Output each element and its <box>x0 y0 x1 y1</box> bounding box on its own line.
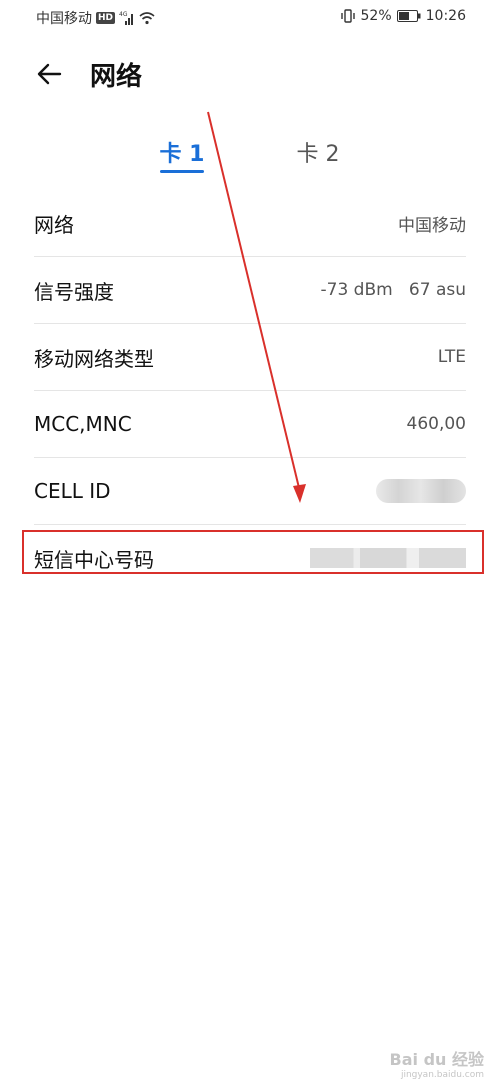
network-tag: 4G <box>119 11 128 18</box>
row-value: -73 dBm 67 asu <box>320 280 466 300</box>
signal-icon: 4G <box>119 11 134 25</box>
status-left: 中国移动 HD 4G <box>36 8 155 28</box>
row-network-type: 移动网络类型 LTE <box>34 324 466 391</box>
row-network: 网络 中国移动 <box>34 190 466 257</box>
row-signal-strength: 信号强度 -73 dBm 67 asu <box>34 257 466 324</box>
row-label: MCC,MNC <box>34 412 132 436</box>
annotation-highlight-box <box>22 530 484 574</box>
redacted-value <box>376 479 466 503</box>
hd-badge: HD <box>96 12 116 24</box>
tab-sim-1[interactable]: 卡 1 <box>137 136 227 168</box>
row-mcc-mnc: MCC,MNC 460,00 <box>34 391 466 458</box>
status-right: 52% 10:26 <box>340 8 466 24</box>
app-bar: 网络 <box>0 50 500 98</box>
status-bar: 中国移动 HD 4G 52% 10:26 <box>0 0 500 34</box>
row-label: 信号强度 <box>34 279 114 304</box>
arrow-left-icon[interactable] <box>34 58 66 90</box>
tab-sim-2[interactable]: 卡 2 <box>273 136 363 168</box>
battery-percent: 52% <box>360 8 392 24</box>
row-value: 460,00 <box>406 414 466 434</box>
row-label: 网络 <box>34 212 74 237</box>
page-title: 网络 <box>90 62 143 92</box>
active-tab-indicator <box>160 170 204 173</box>
row-value: LTE <box>437 347 466 367</box>
row-cell-id: CELL ID <box>34 458 466 525</box>
wifi-icon <box>139 12 155 25</box>
row-value: 中国移动 <box>398 215 466 236</box>
clock: 10:26 <box>425 8 466 24</box>
vibrate-icon <box>340 9 355 23</box>
row-label: 移动网络类型 <box>34 346 154 371</box>
watermark-logo: Bai du 经验 <box>389 1050 484 1069</box>
battery-icon <box>396 10 421 22</box>
carrier-name: 中国移动 <box>36 11 92 27</box>
sim-tabs: 卡 1 卡 2 <box>0 130 500 180</box>
row-label: CELL ID <box>34 479 111 503</box>
watermark-url: jingyan.baidu.com <box>400 1070 484 1080</box>
